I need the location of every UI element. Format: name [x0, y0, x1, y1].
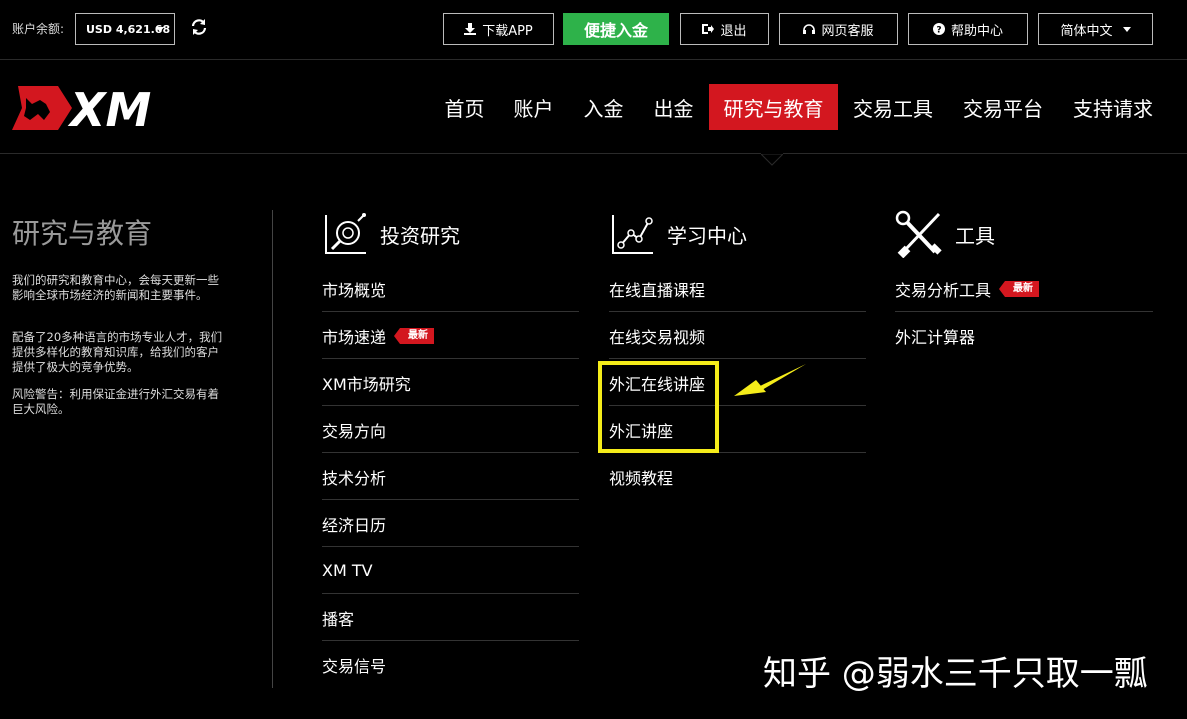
link-trade-ideas[interactable]: 交易方向 — [322, 407, 579, 453]
nav-support-request[interactable]: 支持请求 — [1066, 84, 1160, 130]
link-trading-videos[interactable]: 在线交易视频 — [609, 313, 866, 359]
link-trading-analysis-tools[interactable]: 交易分析工具 最新 — [895, 266, 1153, 312]
intro-paragraph-2: 配备了20多种语言的市场专业人才，我们提供多样化的教育知识库，给我们的客户提供了… — [12, 330, 223, 374]
nav-withdrawal[interactable]: 出金 — [647, 84, 700, 130]
question-circle-icon: ? — [932, 23, 945, 36]
nav-research-education[interactable]: 研究与教育 — [709, 84, 838, 130]
intro-paragraph-1: 我们的研究和教育中心，会每天更新一些影响全球市场经济的新闻和主要事件。 — [12, 273, 219, 302]
nav-accounts[interactable]: 账户 — [507, 84, 560, 130]
research-heading: 投资研究 — [322, 210, 460, 258]
dropdown-pointer — [761, 146, 783, 166]
link-forex-calculators[interactable]: 外汇计算器 — [895, 313, 1153, 359]
learning-heading: 学习中心 — [609, 210, 747, 258]
tools-title: 工具 — [955, 223, 995, 248]
column-divider — [272, 210, 273, 688]
link-podcasts[interactable]: 播客 — [322, 595, 579, 641]
logout-button[interactable]: 退出 — [680, 13, 769, 45]
nav-trading-tools[interactable]: 交易工具 — [846, 84, 940, 130]
line-chart-icon — [612, 215, 653, 254]
help-center-button[interactable]: ? 帮助中心 — [908, 13, 1028, 45]
nav-deposit[interactable]: 入金 — [577, 84, 630, 130]
magnifier-chart-icon — [325, 213, 366, 254]
risk-warning: 风险警告：利用保证金进行外汇交易有着巨大风险。 — [12, 387, 219, 416]
link-trading-signals[interactable]: 交易信号 — [322, 642, 579, 688]
link-live-courses[interactable]: 在线直播课程 — [609, 266, 866, 312]
watermark: 知乎 @弱水三千只取一瓢 — [763, 654, 1148, 694]
link-technical-analysis[interactable]: 技术分析 — [322, 454, 579, 500]
wrench-screwdriver-icon — [895, 210, 942, 258]
annotation-arrow — [734, 364, 806, 396]
live-support-button[interactable]: 网页客服 — [779, 13, 898, 45]
caret-down-icon — [156, 27, 164, 32]
sign-out-icon — [702, 24, 715, 34]
learning-title: 学习中心 — [667, 223, 747, 248]
refresh-icon[interactable] — [190, 18, 208, 36]
caret-down-icon — [1122, 26, 1131, 32]
quick-deposit-label: 便捷入金 — [583, 21, 648, 40]
download-app-button[interactable]: 下载APP — [443, 13, 554, 45]
nav-home[interactable]: 首页 — [438, 84, 491, 130]
nav-divider — [0, 153, 1187, 154]
section-title: 研究与教育 — [12, 217, 153, 250]
help-center-label: 帮助中心 — [950, 23, 1003, 39]
highlight-box — [598, 361, 719, 453]
link-xm-tv[interactable]: XM TV — [322, 548, 579, 594]
link-economic-calendar[interactable]: 经济日历 — [322, 501, 579, 547]
quick-deposit-button[interactable]: 便捷入金 — [563, 13, 669, 45]
live-support-label: 网页客服 — [821, 23, 874, 39]
link-video-tutorials[interactable]: 视频教程 — [609, 454, 866, 500]
tools-heading: 工具 — [895, 210, 995, 258]
logo-text: XM — [67, 86, 151, 130]
language-label: 简体中文 — [1060, 23, 1113, 39]
language-select[interactable]: 简体中文 — [1038, 13, 1153, 45]
xm-logo[interactable]: XM — [12, 86, 162, 130]
nav-trading-platforms[interactable]: 交易平台 — [956, 84, 1050, 130]
new-badge: 最新 — [394, 327, 435, 344]
headset-icon — [803, 24, 816, 34]
research-title: 投资研究 — [380, 223, 460, 248]
balance-currency-select[interactable]: USD 4,621.68 — [75, 13, 175, 45]
balance-label: 账户余额: — [12, 22, 65, 36]
link-xm-research[interactable]: XM市场研究 — [322, 360, 579, 406]
download-app-label: 下载APP — [482, 23, 533, 39]
new-badge: 最新 — [999, 280, 1040, 297]
svg-text:?: ? — [936, 26, 941, 36]
download-icon — [464, 23, 477, 35]
link-market-news[interactable]: 市场速递 最新 — [322, 313, 579, 359]
link-market-overview[interactable]: 市场概览 — [322, 266, 579, 312]
logout-label: 退出 — [720, 23, 747, 39]
top-bar: 账户余额: USD 4,621.68 下载APP 便捷入金 退出 网页客服 ? … — [0, 0, 1187, 60]
